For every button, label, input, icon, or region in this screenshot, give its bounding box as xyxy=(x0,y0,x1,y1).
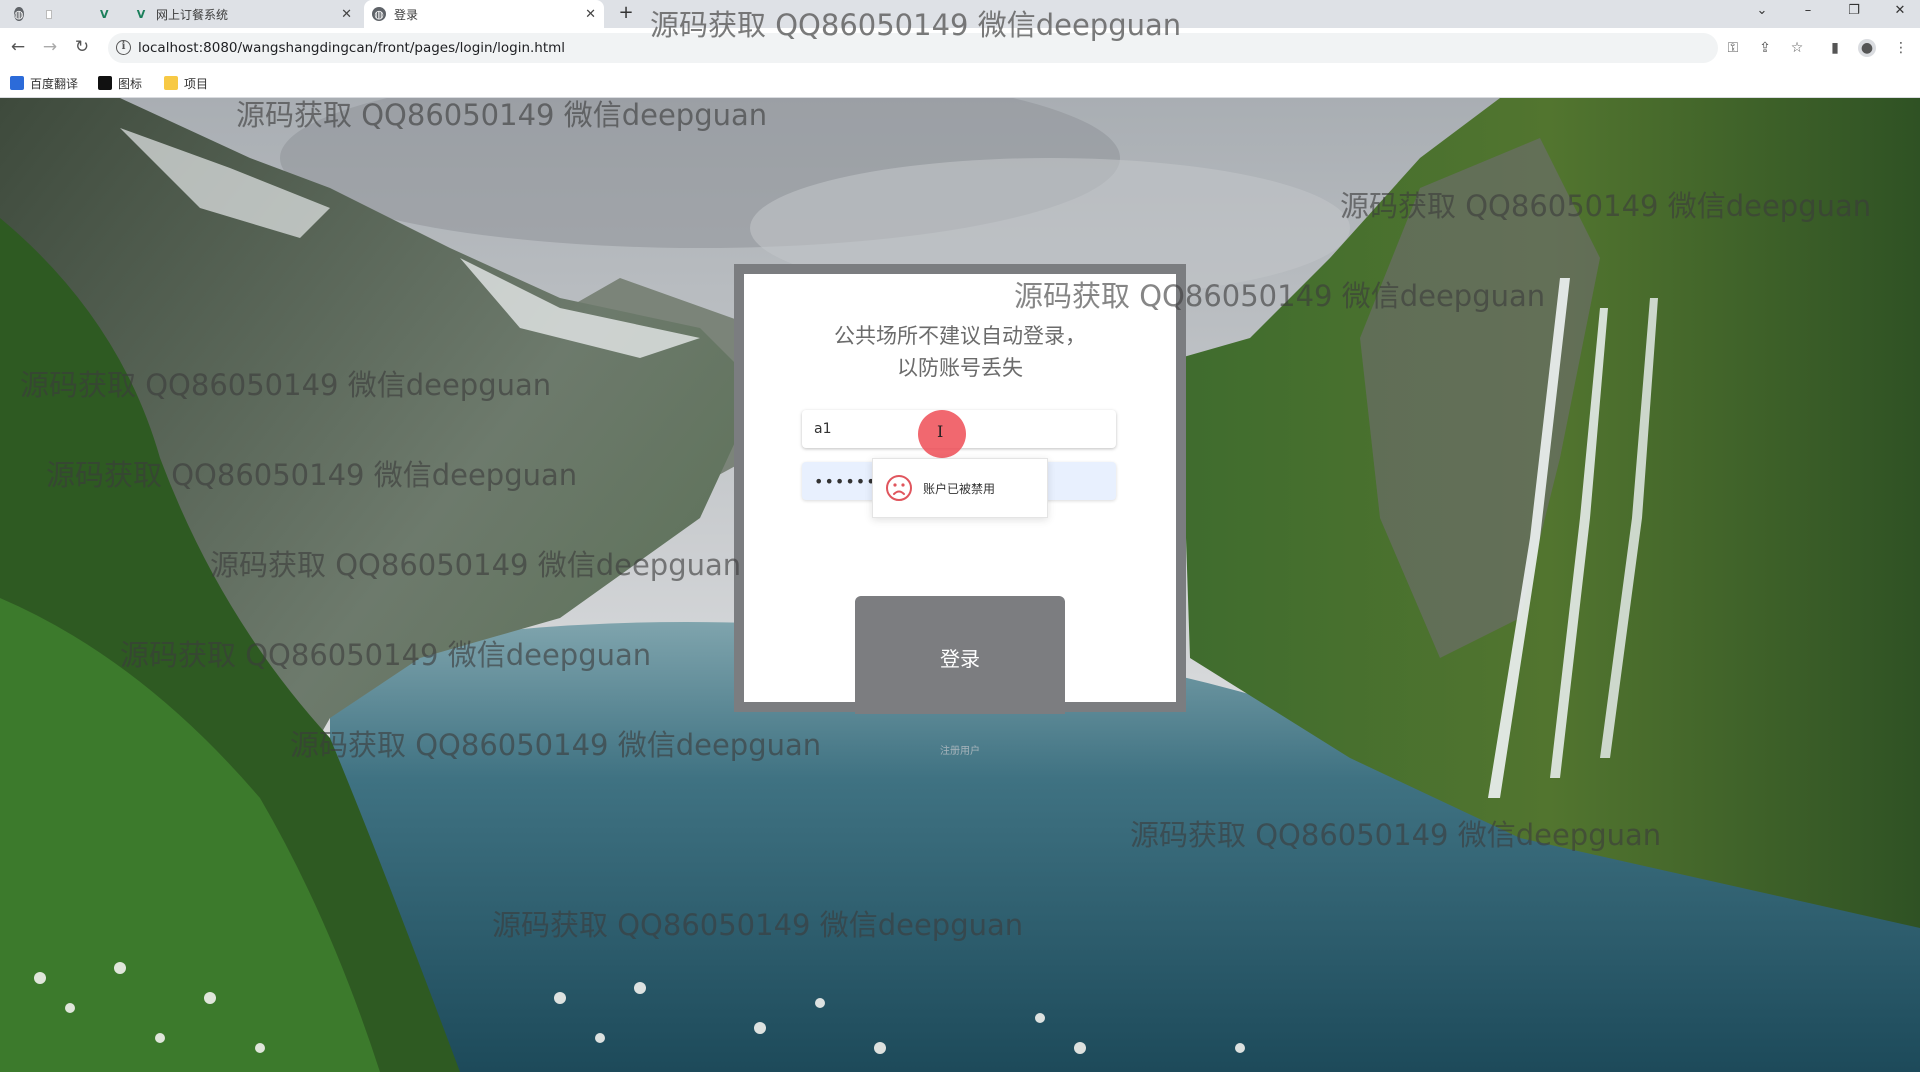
bookmark-folder-project[interactable]: 项目 xyxy=(164,74,208,92)
password-key-icon[interactable]: ⚿ xyxy=(1724,39,1742,57)
text-cursor-icon: I xyxy=(937,422,944,441)
notice-line-2: 以防账号丢失 xyxy=(897,356,1023,380)
back-arrow-icon[interactable]: ← xyxy=(6,36,30,60)
browser-tab-ordering-system[interactable]: V 网上订餐系统 ✕ xyxy=(126,0,360,28)
watermark-text: 源码获取 QQ86050149 微信deepguan xyxy=(46,458,578,492)
tab-label: 网上订餐系统 xyxy=(156,7,229,22)
watermark-text: 源码获取 QQ86050149 微信deepguan xyxy=(1130,818,1662,852)
watermark-text: 源码获取 QQ86050149 微信deepguan xyxy=(290,728,822,762)
watermark-text: 源码获取 QQ86050149 微信deepguan xyxy=(20,368,552,402)
browser-tab[interactable]: V xyxy=(92,0,122,28)
globe-icon: ◍ xyxy=(14,7,24,21)
register-link[interactable]: 注册用户 xyxy=(900,742,1020,757)
profile-avatar-icon[interactable]: ● xyxy=(1858,39,1876,57)
close-tab-icon[interactable]: ✕ xyxy=(341,7,352,22)
baidu-translate-icon xyxy=(10,76,24,90)
bookmark-baidu-translate[interactable]: 百度翻译 xyxy=(10,74,78,92)
browser-tab-login[interactable]: ◍ 登录 ✕ xyxy=(364,0,604,28)
bookmark-label: 图标 xyxy=(118,76,143,91)
folder-icon xyxy=(164,76,178,90)
v-logo-icon: V xyxy=(136,7,146,21)
watermark-text: 源码获取 QQ86050149 微信deepguan xyxy=(1014,279,1546,313)
blank-page-icon xyxy=(46,9,52,19)
bookmark-icons[interactable]: 图标 xyxy=(98,74,142,92)
bookmark-black-icon xyxy=(98,76,112,90)
watermark-text: 源码获取 QQ86050149 微信deepguan xyxy=(210,548,742,582)
watermark-text: 源码获取 QQ86050149 微信deepguan xyxy=(1340,189,1872,223)
more-menu-icon[interactable]: ⋮ xyxy=(1892,39,1910,57)
watermark-text: 源码获取 QQ86050149 微信deepguan xyxy=(492,908,1024,942)
toast-message: 账户已被禁用 xyxy=(923,481,996,496)
bookmark-label: 百度翻译 xyxy=(30,76,79,91)
v-logo-icon: V xyxy=(100,7,109,21)
auto-login-notice: 公共场所不建议自动登录， 以防账号丢失 xyxy=(744,320,1176,384)
close-window-icon[interactable]: ✕ xyxy=(1880,0,1920,24)
watermark-text: 源码获取 QQ86050149 微信deepguan xyxy=(236,98,768,132)
bookmark-label: 项目 xyxy=(184,76,209,91)
watermark-text: 源码获取 QQ86050149 微信deepguan xyxy=(120,638,652,672)
browser-tab[interactable]: ◍ xyxy=(6,0,36,28)
url-text[interactable]: localhost:8080/wangshangdingcan/front/pa… xyxy=(138,40,565,56)
site-info-icon[interactable]: i xyxy=(116,40,131,55)
minimize-window-icon[interactable]: – xyxy=(1788,0,1828,24)
share-icon[interactable]: ⇪ xyxy=(1756,39,1774,57)
watermark-text: 源码获取 QQ86050149 微信deepguan xyxy=(650,8,1182,42)
bookmark-star-icon[interactable]: ☆ xyxy=(1788,39,1806,57)
globe-icon: ◍ xyxy=(372,7,386,21)
new-tab-button[interactable]: + xyxy=(616,0,636,28)
tab-search-chevron-icon[interactable]: ⌄ xyxy=(1742,0,1782,24)
reload-icon[interactable]: ↻ xyxy=(70,36,94,60)
side-panel-icon[interactable]: ▮ xyxy=(1826,39,1844,57)
notice-line-1: 公共场所不建议自动登录， xyxy=(834,324,1086,348)
close-tab-icon[interactable]: ✕ xyxy=(585,7,596,22)
restore-window-icon[interactable]: ❐ xyxy=(1834,0,1874,24)
browser-tab[interactable] xyxy=(38,0,68,28)
forward-arrow-icon[interactable]: → xyxy=(38,36,62,60)
login-button[interactable]: 登录 xyxy=(855,596,1065,714)
sad-face-icon xyxy=(886,475,912,501)
error-toast: 账户已被禁用 xyxy=(872,458,1048,518)
tab-label: 登录 xyxy=(394,7,419,22)
